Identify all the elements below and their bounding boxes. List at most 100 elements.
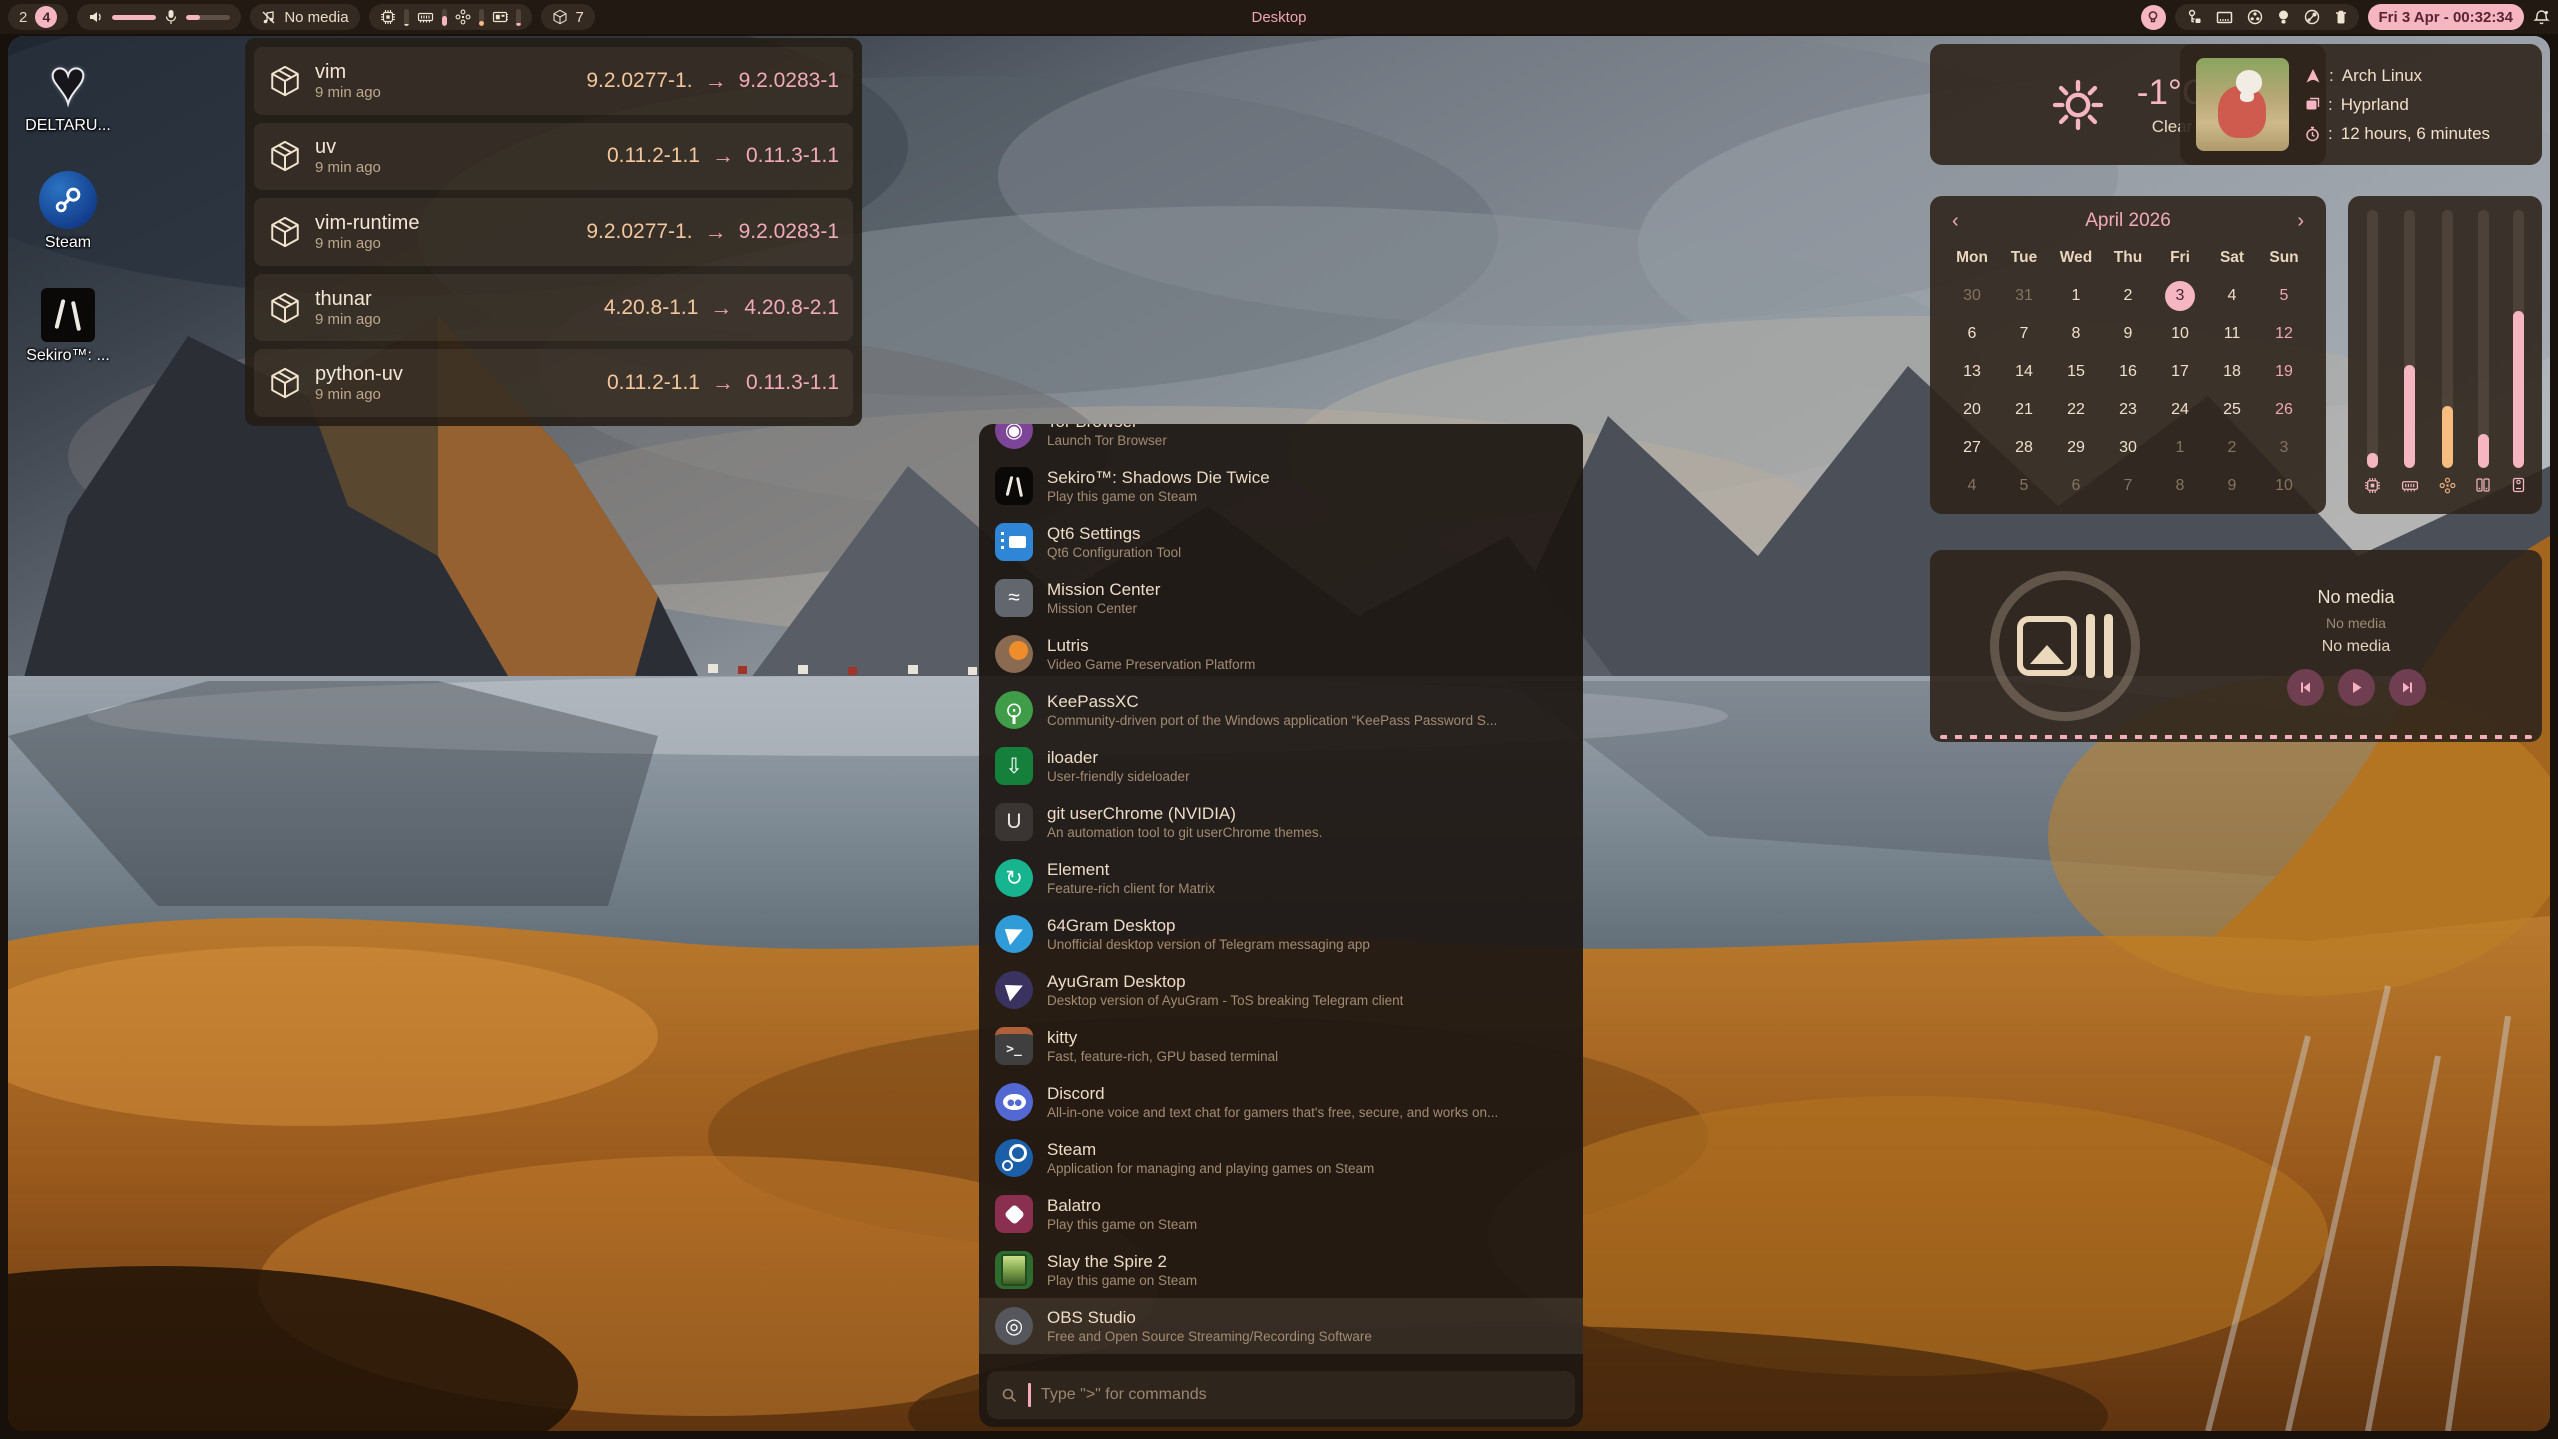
calendar-day[interactable]: 23 xyxy=(2102,392,2154,428)
calendar-day[interactable]: 8 xyxy=(2154,468,2206,504)
update-row[interactable]: uv 9 min ago 0.11.2-1.1 → 0.11.3-1.1 xyxy=(254,123,853,191)
steam-tray-icon[interactable] xyxy=(2304,9,2320,25)
calendar-day[interactable]: 10 xyxy=(2154,316,2206,352)
launcher-item[interactable]: ⊙ KeePassXC Community-driven port of the… xyxy=(979,682,1583,738)
calendar-day[interactable]: 27 xyxy=(1946,430,1998,466)
launcher-item[interactable]: Lutris Video Game Preservation Platform xyxy=(979,626,1583,682)
workspace-2[interactable]: 2 xyxy=(19,9,27,26)
calendar-day[interactable]: 26 xyxy=(2258,392,2310,428)
launcher-item[interactable]: U git userChrome (NVIDIA) An automation … xyxy=(979,794,1583,850)
calendar-day[interactable]: 21 xyxy=(1998,392,2050,428)
updates-pill[interactable]: 7 xyxy=(541,4,595,30)
calendar-day[interactable]: 16 xyxy=(2102,354,2154,390)
calendar-day[interactable]: 10 xyxy=(2258,468,2310,504)
launcher-item[interactable]: Balatro Play this game on Steam xyxy=(979,1186,1583,1242)
volume-slider[interactable] xyxy=(112,15,156,20)
calendar-day[interactable]: 3 xyxy=(2258,430,2310,466)
desktop-icon-sekiro[interactable]: Sekiro™: ... xyxy=(14,288,122,365)
network-tray-icon[interactable] xyxy=(2216,10,2233,25)
calendar-day[interactable]: 30 xyxy=(1946,278,1998,314)
calendar-day[interactable]: 31 xyxy=(1998,278,2050,314)
calendar-day[interactable]: 22 xyxy=(2050,392,2102,428)
calendar-day[interactable]: 28 xyxy=(1998,430,2050,466)
workspace-4-active[interactable]: 4 xyxy=(35,6,57,28)
update-row[interactable]: thunar 9 min ago 4.20.8-1.1 → 4.20.8-2.1 xyxy=(254,274,853,342)
lightbulb-tray-icon[interactable] xyxy=(2277,9,2290,25)
user-avatar[interactable] xyxy=(2196,58,2289,151)
calendar-day[interactable]: 8 xyxy=(2050,316,2102,352)
calendar-day[interactable]: 1 xyxy=(2050,278,2102,314)
trash-tray-icon[interactable] xyxy=(2334,9,2348,25)
audio-pill[interactable] xyxy=(77,4,241,30)
update-row[interactable]: vim-runtime 9 min ago 9.2.0277-1. → 9.2.… xyxy=(254,198,853,266)
app-title: Slay the Spire 2 xyxy=(1047,1251,1197,1272)
calendar-day[interactable]: 15 xyxy=(2050,354,2102,390)
calendar-day[interactable]: 6 xyxy=(2050,468,2102,504)
launcher-item[interactable]: ≈ Mission Center Mission Center xyxy=(979,570,1583,626)
calendar-day[interactable]: 11 xyxy=(2206,316,2258,352)
desktop-icon-deltarune[interactable]: ♥ DELTARU... xyxy=(14,54,122,135)
calendar-prev-button[interactable]: ‹ xyxy=(1952,211,1959,231)
calendar-day[interactable]: 25 xyxy=(2206,392,2258,428)
system-meters-pill[interactable] xyxy=(369,4,532,30)
launcher-item[interactable]: Slay the Spire 2 Play this game on Steam xyxy=(979,1242,1583,1298)
clock[interactable]: Fri 3 Apr - 00:32:34 xyxy=(2368,4,2525,30)
calendar-day[interactable]: 2 xyxy=(2102,278,2154,314)
calendar-day[interactable]: 5 xyxy=(2258,278,2310,314)
steam-icon xyxy=(39,171,97,229)
launcher-item[interactable]: ⇩ iloader User-friendly sideloader xyxy=(979,738,1583,794)
calendar-day[interactable]: 9 xyxy=(2206,468,2258,504)
launcher-item[interactable]: ↻ Element Feature-rich client for Matrix xyxy=(979,850,1583,906)
media-artist: No media xyxy=(2326,615,2386,631)
calendar-day[interactable]: 13 xyxy=(1946,354,1998,390)
package-name: uv xyxy=(315,136,381,159)
launcher-search-bar[interactable] xyxy=(987,1371,1575,1419)
calendar-day[interactable]: 18 xyxy=(2206,354,2258,390)
next-track-button[interactable] xyxy=(2389,669,2426,706)
launcher-item[interactable]: ◉ Tor Browser Launch Tor Browser xyxy=(979,424,1583,458)
launcher-item[interactable]: AyuGram Desktop Desktop version of AyuGr… xyxy=(979,962,1583,1018)
calendar-day[interactable]: 17 xyxy=(2154,354,2206,390)
launcher-item[interactable]: Sekiro™: Shadows Die Twice Play this gam… xyxy=(979,458,1583,514)
calendar-day[interactable]: 9 xyxy=(2102,316,2154,352)
workspaces-pill[interactable]: 2 4 xyxy=(8,4,68,30)
calendar-day[interactable]: 29 xyxy=(2050,430,2102,466)
calendar-day[interactable]: 4 xyxy=(2206,278,2258,314)
calendar-day[interactable]: 7 xyxy=(2102,468,2154,504)
app-icon: U xyxy=(995,803,1033,841)
obs-tray-icon[interactable] xyxy=(2247,9,2263,25)
launcher-item[interactable]: ◎ OBS Studio Free and Open Source Stream… xyxy=(979,1298,1583,1354)
calendar-day[interactable]: 3 xyxy=(2154,278,2206,314)
mic-slider[interactable] xyxy=(186,15,230,20)
play-button[interactable] xyxy=(2338,669,2375,706)
launcher-item[interactable]: Qt6 Settings Qt6 Configuration Tool xyxy=(979,514,1583,570)
calendar-day[interactable]: 5 xyxy=(1998,468,2050,504)
launcher-item[interactable]: 64Gram Desktop Unofficial desktop versio… xyxy=(979,906,1583,962)
calendar-weekday: Sat xyxy=(2206,240,2258,276)
calendar-day[interactable]: 20 xyxy=(1946,392,1998,428)
launcher-item[interactable]: >_ kitty Fast, feature-rich, GPU based t… xyxy=(979,1018,1583,1074)
calendar-day[interactable]: 14 xyxy=(1998,354,2050,390)
notification-bell-icon[interactable] xyxy=(2533,9,2550,26)
keepassxc-tray-icon[interactable] xyxy=(2186,9,2202,25)
calendar-next-button[interactable]: › xyxy=(2297,211,2304,231)
calendar-day[interactable]: 7 xyxy=(1998,316,2050,352)
calendar-day[interactable]: 2 xyxy=(2206,430,2258,466)
calendar-day[interactable]: 1 xyxy=(2154,430,2206,466)
media-pill[interactable]: No media xyxy=(250,4,359,30)
desktop-icon-steam[interactable]: Steam xyxy=(14,171,122,252)
previous-track-button[interactable] xyxy=(2287,669,2324,706)
night-light-toggle[interactable] xyxy=(2141,5,2166,30)
calendar-day[interactable]: 24 xyxy=(2154,392,2206,428)
calendar-day[interactable]: 30 xyxy=(2102,430,2154,466)
calendar-day[interactable]: 19 xyxy=(2258,354,2310,390)
launcher-item[interactable]: Steam Application for managing and playi… xyxy=(979,1130,1583,1186)
launcher-item[interactable]: Discord All-in-one voice and text chat f… xyxy=(979,1074,1583,1130)
top-bar: 2 4 No media xyxy=(0,0,2558,34)
calendar-day[interactable]: 4 xyxy=(1946,468,1998,504)
launcher-search-input[interactable] xyxy=(1041,1386,1561,1404)
calendar-day[interactable]: 12 xyxy=(2258,316,2310,352)
calendar-day[interactable]: 6 xyxy=(1946,316,1998,352)
update-row[interactable]: vim 9 min ago 9.2.0277-1. → 9.2.0283-1 xyxy=(254,47,853,115)
update-row[interactable]: python-uv 9 min ago 0.11.2-1.1 → 0.11.3-… xyxy=(254,349,853,417)
